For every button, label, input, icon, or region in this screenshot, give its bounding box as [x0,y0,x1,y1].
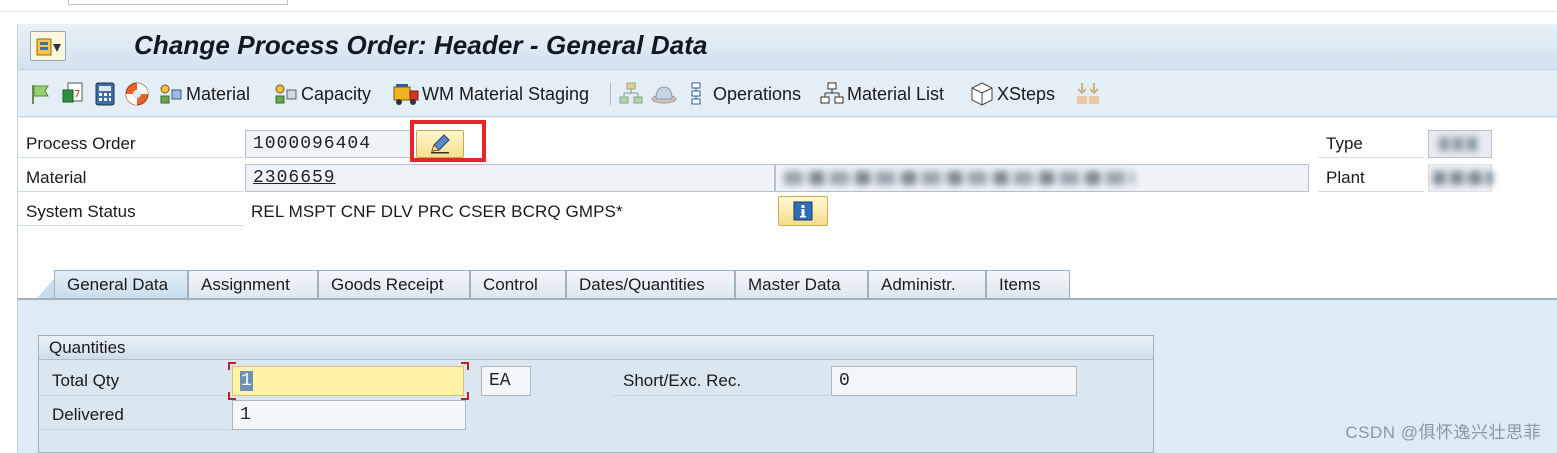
redacted-description [784,171,1134,185]
tab-administr[interactable]: Administr. [868,270,986,299]
short-exc-field[interactable]: 0 [831,366,1077,396]
toolbar-material-label: Material [186,83,251,104]
redacted-plant [1433,171,1493,185]
toolbar-material-list-label: Material List [847,83,945,104]
application-toolbar: 7 Material Capacity WM Material Staging [18,71,1557,117]
flag-icon [32,85,49,104]
focus-corner-tl [228,362,236,370]
type-field [1428,130,1492,158]
tab-items[interactable]: Items [986,270,1070,299]
material-field[interactable]: 2306659 [245,164,775,192]
material-description-field [775,164,1309,192]
calculator-icon [95,82,115,106]
title-bar: Change Process Order: Header - General D… [18,24,1557,70]
tab-control[interactable]: Control [470,270,566,299]
toolbar-calculator[interactable] [94,80,116,108]
header-fields: Process Order 1000096404 Material 230665… [18,118,1557,268]
redacted-type [1439,137,1479,151]
toolbar-operations-label: Operations [713,83,802,104]
toolbar-operations-button[interactable]: Operations [685,80,801,108]
system-status-value: REL MSPT CNF DLV PRC CSER BCRQ GMPS* [251,202,623,221]
page-title: Change Process Order: Header - General D… [134,30,708,60]
operations-icon [691,82,701,105]
transaction-icon[interactable] [30,31,66,61]
material-icon [160,84,182,104]
capacity-icon [275,84,297,104]
tab-dates-quantities[interactable]: Dates/Quantities [566,270,735,299]
tab-master-data[interactable]: Master Data [735,270,868,299]
highlight-box [410,120,486,162]
type-label: Type [1318,130,1424,158]
general-data-panel: Quantities Total Qty 1 EA Short/Exc. Rec… [18,300,1557,453]
toolbar-material-button[interactable]: Material [158,80,250,108]
system-status-label: System Status [18,198,244,226]
toolbar-lifebuoy[interactable] [124,80,150,108]
material-value: 2306659 [253,168,336,188]
short-exc-label: Short/Exc. Rec. [611,366,829,396]
toolbar-document[interactable]: 7 [60,80,86,108]
toolbar-wm-staging-label: WM Material Staging [422,83,590,104]
tab-general-data[interactable]: General Data [54,270,188,299]
toolbar-material-list-button[interactable]: Material List [819,80,944,108]
focus-corner-bl [228,392,236,400]
lifebuoy-icon [125,82,149,106]
toolbar-capacity-button[interactable]: Capacity [273,80,371,108]
cube-icon [971,82,993,106]
toolbar-flag[interactable] [28,80,52,108]
hat-icon [651,86,677,104]
toolbar-arrows[interactable] [1074,80,1102,108]
material-list-icon [820,82,844,104]
toolbar-hat[interactable] [650,80,678,108]
command-field[interactable] [68,0,288,5]
process-order-label: Process Order [18,130,244,158]
toolbar-wm-staging-button[interactable]: WM Material Staging [392,80,589,108]
unit-field[interactable]: EA [481,366,531,396]
svg-text:7: 7 [74,89,80,100]
tab-assignment[interactable]: Assignment [188,270,318,299]
sap-window: Change Process Order: Header - General D… [17,24,1557,453]
toolbar-xsteps-button[interactable]: XSteps [969,80,1055,108]
truck-icon [393,84,419,105]
material-label: Material [18,164,244,192]
delivered-field: 1 [232,400,466,430]
document-icon: 7 [62,82,83,103]
watermark: CSDN @俱怀逸兴壮思菲 [1345,423,1541,442]
top-strip [0,0,1557,12]
plant-label: Plant [1318,164,1424,192]
plant-field [1428,164,1493,192]
toolbar-capacity-label: Capacity [301,83,372,104]
status-info-button[interactable] [778,196,828,226]
delivered-label: Delivered [39,400,231,430]
arrows-icon [1077,83,1099,104]
toolbar-hierarchy[interactable] [618,80,644,108]
process-order-field[interactable]: 1000096404 [245,130,413,158]
toolbar-separator [610,83,611,105]
focus-corner-br [461,392,469,400]
quantities-group-title: Quantities [39,336,1153,360]
total-qty-label: Total Qty [39,366,231,396]
tab-goods-receipt[interactable]: Goods Receipt [318,270,470,299]
quantities-group: Quantities Total Qty 1 EA Short/Exc. Rec… [38,335,1154,453]
hierarchy-icon [619,82,643,104]
total-qty-input[interactable]: 1 [232,366,464,396]
total-qty-value: 1 [240,371,253,391]
info-icon [793,201,813,221]
focus-corner-tr [461,362,469,370]
toolbar-xsteps-label: XSteps [997,83,1056,104]
